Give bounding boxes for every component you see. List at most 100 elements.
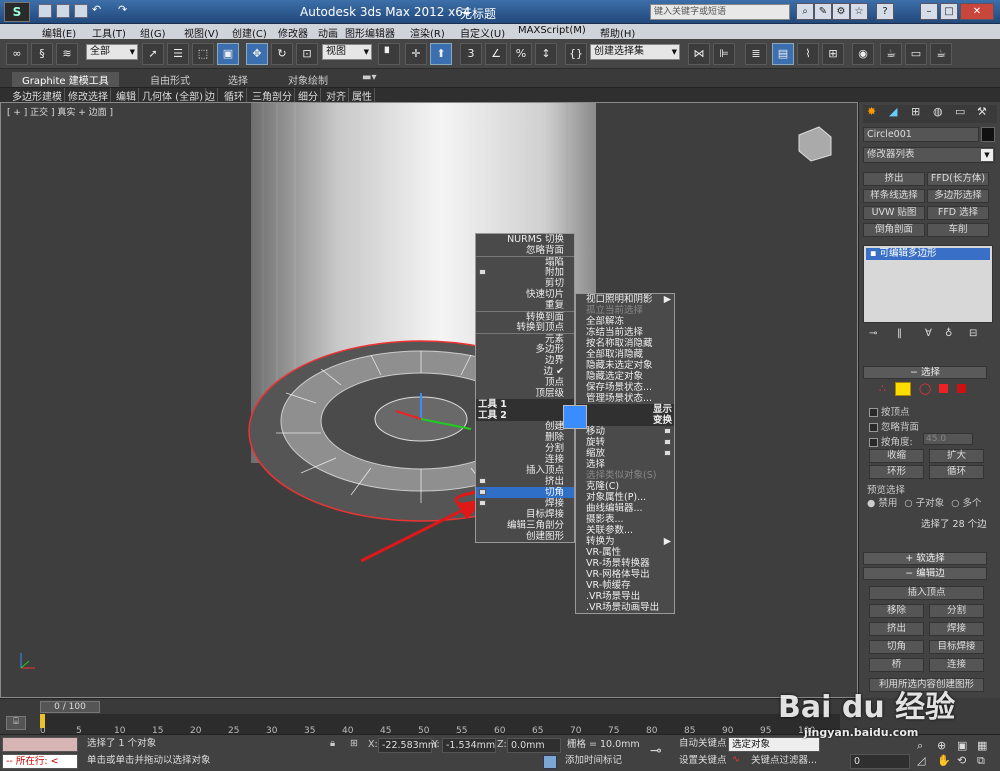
stack-item-editable-poly[interactable]: ▪ 可编辑多边形: [866, 248, 990, 260]
layer-manager-icon[interactable]: ≣: [745, 43, 767, 65]
search-input[interactable]: 键入关键字或短语: [650, 4, 790, 20]
tab-graphite[interactable]: Graphite 建模工具: [12, 72, 119, 87]
quad-item-nurms[interactable]: NURMS 切换: [476, 234, 574, 245]
zoom-extents-icon[interactable]: ▣: [957, 739, 967, 752]
quad-item-move[interactable]: 移动: [576, 426, 674, 437]
mod-uvw-map-button[interactable]: UVW 贴图: [863, 206, 925, 220]
x-coordinate-field[interactable]: -22.583mm: [378, 738, 437, 753]
quad-item-connect[interactable]: 连接: [476, 454, 574, 465]
communication-icon[interactable]: ⚙: [832, 3, 850, 20]
quad-item-border[interactable]: 边界: [476, 355, 574, 366]
material-editor-icon[interactable]: ◉: [852, 43, 874, 65]
timeline-ruler[interactable]: 0 5 10 15 20 25 30 35 40 45 50 55 60 65 …: [40, 714, 840, 736]
quad-item-select[interactable]: 选择: [576, 459, 674, 470]
schematic-view-icon[interactable]: ⊞: [822, 43, 844, 65]
auto-key-button[interactable]: 自动关键点: [676, 737, 728, 752]
sr-edges[interactable]: 边: [203, 88, 218, 103]
element-mode-icon[interactable]: [957, 384, 966, 393]
mirror-icon[interactable]: ⋈: [688, 43, 710, 65]
key-selection-dropdown[interactable]: 选定对象: [728, 737, 820, 752]
percent-snap-icon[interactable]: %: [510, 43, 532, 65]
create-tab-icon[interactable]: ✸: [867, 105, 876, 118]
quad-item-vertex[interactable]: 顶点: [476, 377, 574, 388]
key-mode-icon[interactable]: ⊸: [650, 743, 662, 759]
align-icon[interactable]: ⊫: [713, 43, 735, 65]
menu-animation[interactable]: 动画: [318, 25, 338, 40]
rollout-edit-edges[interactable]: − 编辑边: [863, 567, 987, 580]
viewport-front[interactable]: [ + ] 正交 ] 真实 + 边面 ] NURMS 切换 忽略背面 塌陷 附加…: [0, 102, 858, 698]
tab-object-paint[interactable]: 对象绘制: [288, 72, 328, 87]
z-coordinate-field[interactable]: 0.0mm: [507, 738, 561, 753]
radio-multi[interactable]: ○ 多个: [951, 498, 981, 509]
remove-button[interactable]: 移除: [869, 604, 924, 618]
menu-group[interactable]: 组(G): [140, 25, 166, 40]
zoom-all-icon[interactable]: ⊕: [937, 739, 946, 752]
link-icon[interactable]: ∞: [6, 43, 28, 65]
unlink-icon[interactable]: §: [31, 43, 53, 65]
quad-item-weld[interactable]: 焊接: [476, 498, 574, 509]
modify-tab-icon[interactable]: ◢: [889, 105, 897, 118]
select-scale-icon[interactable]: ⊡: [296, 43, 318, 65]
set-key-button[interactable]: 设置关键点: [676, 754, 728, 769]
snaps-toggle-icon[interactable]: 3: [460, 43, 482, 65]
bridge-button[interactable]: 桥: [869, 658, 924, 672]
quad-item-isolate[interactable]: 孤立当前选择: [576, 305, 674, 316]
quad-item-element[interactable]: 元素: [476, 333, 574, 345]
favorites-icon[interactable]: ☆: [850, 3, 868, 20]
quad-item-chamfer[interactable]: 切角: [476, 487, 574, 498]
subscription-icon[interactable]: ✎: [814, 3, 832, 20]
quad-item-scale[interactable]: 缩放: [576, 448, 674, 459]
mod-extrude-button[interactable]: 挤出: [863, 172, 925, 186]
quad-item-vr-framebuffer[interactable]: VR-帧缓存: [576, 580, 674, 591]
utilities-tab-icon[interactable]: ⚒: [977, 105, 987, 118]
mini-curve-icon[interactable]: ⌸: [6, 716, 26, 730]
quad-item-cut[interactable]: 剪切: [476, 278, 574, 289]
quad-item-unhide-name[interactable]: 按名称取消隐藏: [576, 338, 674, 349]
sr-geometry[interactable]: 几何体 (全部): [140, 88, 206, 103]
sr-align[interactable]: 对齐: [324, 88, 349, 103]
quad-item-manage-state[interactable]: 管理场景状态...: [576, 393, 674, 404]
edit-named-sel-icon[interactable]: {}: [565, 43, 587, 65]
select-manipulate-icon[interactable]: ✛: [405, 43, 427, 65]
quad-item-select-similar[interactable]: 选择类似对象(S): [576, 470, 674, 481]
key-filters-button[interactable]: 关键点过滤器...: [748, 754, 818, 769]
mod-spline-select-button[interactable]: 样条线选择: [863, 189, 925, 203]
menu-create[interactable]: 创建(C): [232, 25, 267, 40]
quad-item-edge[interactable]: 边 ✔: [476, 366, 574, 377]
quad-item-extrude[interactable]: 挤出: [476, 476, 574, 487]
show-end-result-icon[interactable]: ‖: [897, 328, 902, 339]
time-slider[interactable]: 0 / 100: [40, 701, 100, 713]
menu-customize[interactable]: 自定义(U): [460, 25, 505, 40]
fov-icon[interactable]: ◿: [917, 754, 925, 767]
loop-button[interactable]: 循环: [929, 465, 984, 479]
menu-edit[interactable]: 编辑(E): [42, 25, 76, 40]
app-logo-icon[interactable]: S: [4, 2, 30, 22]
weld-button[interactable]: 焊接: [929, 622, 984, 636]
save-file-icon[interactable]: [74, 4, 88, 18]
quad-item-top-level[interactable]: 顶层级: [476, 388, 574, 399]
make-unique-icon[interactable]: ∀: [925, 328, 932, 339]
quad-item-convert-face[interactable]: 转换到面: [476, 311, 574, 323]
quad-item-edit-tri[interactable]: 编辑三角剖分: [476, 520, 574, 531]
by-vertex-checkbox[interactable]: 按顶点: [869, 404, 910, 418]
insert-vertex-button[interactable]: 插入顶点: [869, 586, 984, 600]
bind-spacewarp-icon[interactable]: ≋: [56, 43, 78, 65]
connect-button[interactable]: 连接: [929, 658, 984, 672]
named-selection-dropdown[interactable]: 创建选择集: [590, 44, 680, 60]
current-frame-field[interactable]: 0: [850, 754, 910, 769]
sr-modify-sel[interactable]: 修改选择: [66, 88, 111, 103]
abs-mode-icon[interactable]: ⊞: [350, 738, 358, 749]
object-color-swatch[interactable]: [981, 127, 995, 142]
window-crossing-icon[interactable]: ▣: [217, 43, 239, 65]
tab-selection[interactable]: 选择: [228, 72, 248, 87]
quad-item-vr-props[interactable]: VR-属性: [576, 547, 674, 558]
tab-freeform[interactable]: 自由形式: [150, 72, 190, 87]
quad-item-hide-sel[interactable]: 隐藏选定对象: [576, 371, 674, 382]
sr-poly-modeling[interactable]: 多边形建模: [10, 88, 65, 103]
add-time-tag[interactable]: 添加时间标记: [562, 754, 642, 769]
quad-item-rotate[interactable]: 旋转: [576, 437, 674, 448]
quad-item-unfreeze-all[interactable]: 全部解冻: [576, 316, 674, 327]
edge-mode-icon[interactable]: [895, 382, 911, 396]
open-file-icon[interactable]: [56, 4, 70, 18]
quad-item-quickslice[interactable]: 快速切片: [476, 289, 574, 300]
